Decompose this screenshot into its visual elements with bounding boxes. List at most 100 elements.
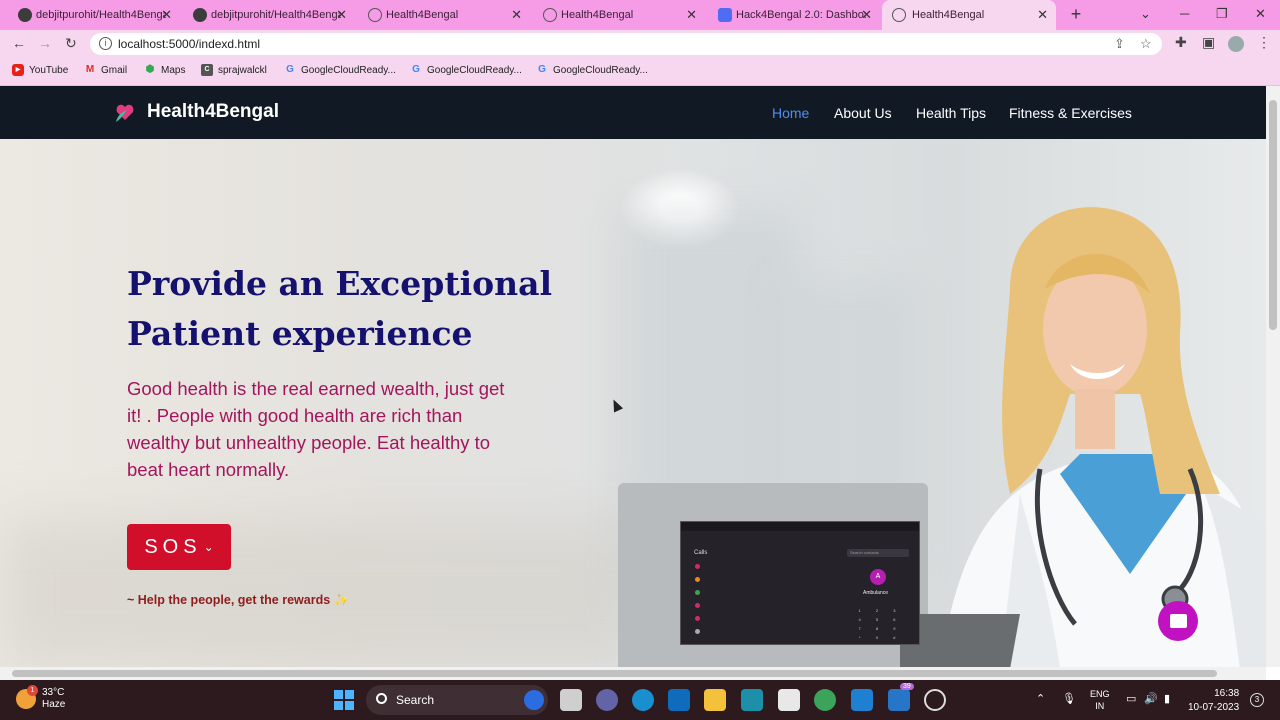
bookmark-item[interactable]: G GoogleCloudReady... [284,64,396,76]
close-icon[interactable]: ✕ [336,7,347,23]
reload-icon[interactable]: ↻ [65,35,77,52]
scrollbar-thumb[interactable] [1269,100,1277,330]
keypad-key[interactable]: 2 [868,608,885,613]
bookmark-item[interactable]: G GoogleCloudReady... [536,64,648,76]
task-view-icon[interactable] [560,689,582,711]
address-bar[interactable]: i localhost:5000/indexd.html ⇪ ☆ [90,33,1162,55]
brand-name[interactable]: Health4Bengal [147,101,279,123]
globe-icon [368,8,382,22]
edge-icon[interactable] [632,689,654,711]
list-item[interactable] [695,603,835,612]
bookmark-item[interactable]: ⬢ Maps [144,64,186,76]
bookmark-star-icon[interactable]: ☆ [1140,36,1152,52]
new-tab-button[interactable]: + [1066,4,1086,25]
keypad-key[interactable]: 3 [886,608,903,613]
heart-logo-icon[interactable] [113,100,137,124]
calls-popup-window[interactable]: Calls Search contacts A Ambulance 1 2 3 … [680,521,920,645]
close-icon[interactable]: ✕ [861,7,872,23]
chevron-down-icon: ⌄ [203,540,214,554]
site-info-icon[interactable]: i [99,37,112,50]
keypad-key[interactable]: 1 [851,608,868,613]
bookmark-item[interactable]: C sprajwalckl [201,64,267,76]
mail-icon[interactable] [668,689,690,711]
close-window-button[interactable]: ✕ [1255,6,1266,22]
tab-title: debjitpurohit/Health4Bengal [36,9,166,21]
browser-tab[interactable]: debjitpurohit/Health4Bengal ✕ [193,0,355,30]
bookmark-item[interactable]: ▶ YouTube [12,64,68,76]
extensions-icon[interactable]: ✚ [1175,34,1187,51]
vertical-scrollbar[interactable] [1266,86,1280,667]
popup-search-input[interactable]: Search contacts [847,549,909,557]
bookmark-item[interactable]: G GoogleCloudReady... [410,64,522,76]
google-icon: G [538,64,546,75]
horizontal-scrollbar[interactable] [0,667,1266,680]
taskbar-search[interactable]: Search [366,685,548,715]
side-panel-icon[interactable]: ▣ [1202,34,1215,51]
forward-icon[interactable]: → [38,35,52,51]
menu-icon[interactable]: ⋮ [1257,34,1271,51]
browser-tab-active[interactable]: Health4Bengal ✕ [882,0,1056,30]
store-icon[interactable] [778,689,800,711]
list-item[interactable] [695,590,835,599]
chevron-up-icon[interactable]: ⌃ [1036,692,1045,705]
profile-avatar[interactable] [1228,36,1244,52]
system-clock[interactable]: 16:38 10-07-2023 [1188,687,1239,715]
list-item[interactable] [695,577,835,586]
gmail-icon: M [85,64,95,75]
microphone-icon[interactable]: 🎙 [1062,692,1076,705]
close-icon[interactable]: ✕ [511,7,522,23]
keypad-key[interactable]: 8 [868,626,885,631]
nav-home[interactable]: Home [772,105,809,121]
bookmark-item[interactable]: M Gmail [84,64,127,76]
vscode-icon[interactable] [851,689,873,711]
chrome-icon[interactable] [814,689,836,711]
tab-search-icon[interactable]: ⌄ [1140,6,1151,22]
keypad-key[interactable]: 6 [886,617,903,622]
keypad-key[interactable]: * [851,635,868,640]
list-item[interactable] [695,564,835,573]
notepad-icon[interactable] [741,689,763,711]
close-icon[interactable]: ✕ [161,7,172,23]
maximize-button[interactable]: ❐ [1216,6,1228,22]
site-navbar: Health4Bengal Home About Us Health Tips … [0,86,1266,139]
bing-icon[interactable] [524,690,544,710]
sos-button[interactable]: SOS ⌄ [127,524,231,570]
weather-widget[interactable]: 1 33°C Haze [16,685,65,711]
language-indicator[interactable]: ENG IN [1090,688,1110,712]
share-icon[interactable]: ⇪ [1114,36,1125,52]
obs-icon[interactable] [924,689,946,711]
list-item[interactable] [695,616,835,625]
keypad-key[interactable]: 7 [851,626,868,631]
file-explorer-icon[interactable] [704,689,726,711]
weather-badge: 1 [27,685,38,696]
nav-fitness-exercises[interactable]: Fitness & Exercises [1009,105,1132,121]
battery-icon[interactable]: ▮ [1164,692,1170,705]
dial-keypad[interactable]: 1 2 3 4 5 6 7 8 9 * 0 # [851,608,903,640]
browser-tab[interactable]: Health4Bengal ✕ [543,0,705,30]
close-icon[interactable]: ✕ [1037,7,1048,23]
chat-app-icon[interactable] [596,689,618,711]
close-icon[interactable]: ✕ [686,7,697,23]
nav-health-tips[interactable]: Health Tips [916,105,986,121]
browser-tab[interactable]: Health4Bengal ✕ [368,0,530,30]
keypad-key[interactable]: 9 [886,626,903,631]
chat-widget-button[interactable] [1158,601,1198,641]
scrollbar-thumb[interactable] [12,670,1217,677]
keypad-key[interactable]: 5 [868,617,885,622]
back-icon[interactable]: ← [12,35,26,51]
minimize-button[interactable]: ─ [1180,6,1189,21]
nav-about-us[interactable]: About Us [834,105,892,121]
list-item[interactable] [695,629,835,638]
language-line: IN [1095,701,1105,711]
bookmarks-bar: ▶ YouTube M Gmail ⬢ Maps C sprajwalckl G… [0,58,1280,86]
browser-tab[interactable]: Hack4Bengal 2.0: Dashboard ✕ [718,0,880,30]
teams-icon[interactable]: 39 [888,683,914,711]
windows-start-button[interactable] [334,690,354,710]
browser-tab[interactable]: debjitpurohit/Health4Bengal ✕ [18,0,180,30]
keypad-key[interactable]: 0 [868,635,885,640]
network-icon[interactable]: ▭ [1126,692,1136,705]
notification-badge[interactable]: 3 [1250,693,1264,707]
keypad-key[interactable]: # [886,635,903,640]
keypad-key[interactable]: 4 [851,617,868,622]
volume-icon[interactable]: 🔊 [1144,692,1158,705]
